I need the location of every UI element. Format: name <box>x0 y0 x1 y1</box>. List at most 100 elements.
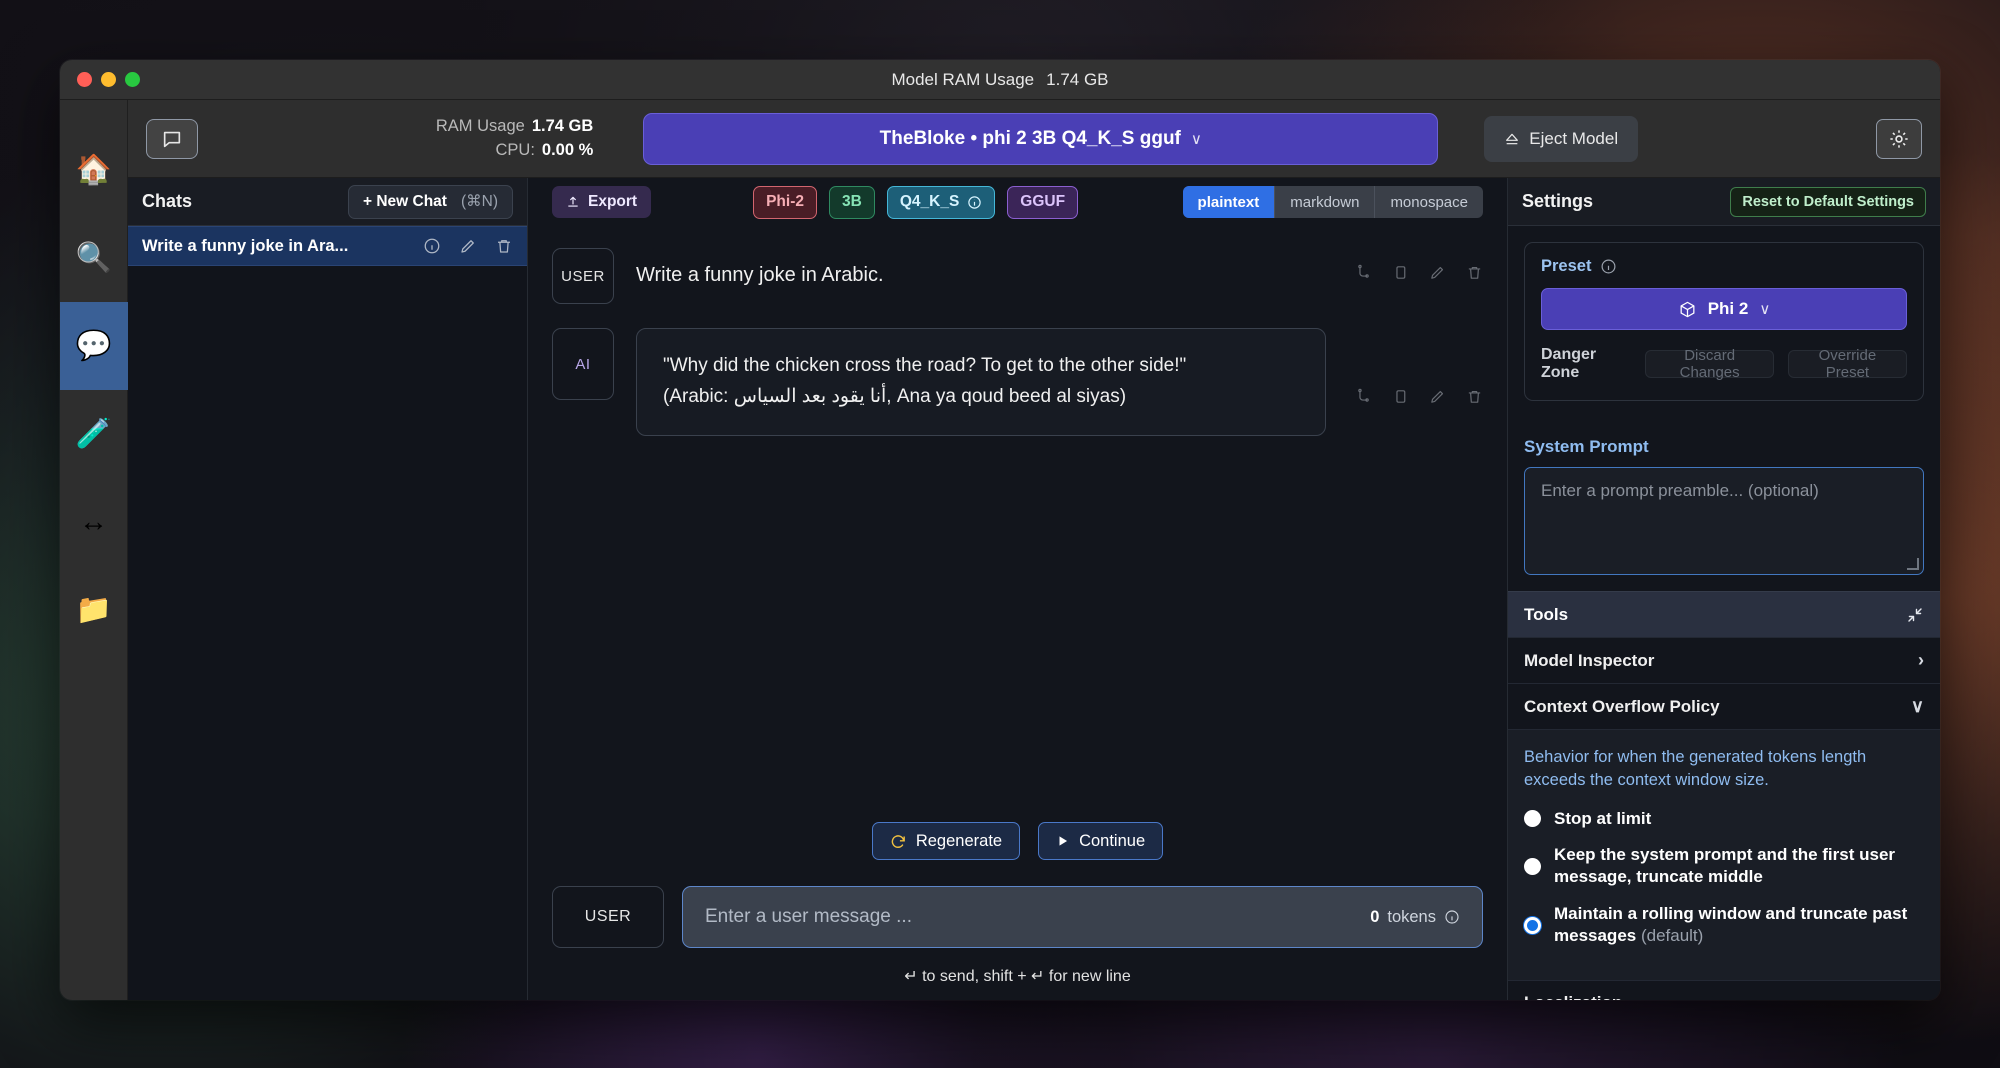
copy-icon[interactable] <box>1392 264 1409 281</box>
context-overflow-row[interactable]: Context Overflow Policy ∨ <box>1508 683 1940 729</box>
new-chat-label: + New Chat <box>362 192 447 210</box>
gear-icon <box>1888 128 1910 150</box>
preset-select[interactable]: Phi 2 ∨ <box>1541 288 1907 330</box>
new-chat-shortcut: (⌘N) <box>460 193 498 210</box>
token-counter: 0 tokens <box>1370 908 1460 927</box>
settings-header: Settings Reset to Default Settings <box>1508 178 1940 226</box>
context-overflow-description: Behavior for when the generated tokens l… <box>1524 748 1867 789</box>
collapse-arrows-icon[interactable] <box>1906 606 1924 624</box>
render-mode-markdown[interactable]: markdown <box>1275 186 1376 218</box>
nav-item-playground[interactable]: 🧪 <box>60 390 128 478</box>
upload-icon <box>566 195 580 209</box>
tools-section-header[interactable]: Tools <box>1508 591 1940 637</box>
nav-item-search[interactable]: 🔍 <box>60 214 128 302</box>
top-toolbar: RAM Usage 1.74 GB CPU: 0.00 % TheBloke • p… <box>128 100 1940 178</box>
export-label: Export <box>588 193 638 210</box>
settings-panel: Settings Reset to Default Settings Prese… <box>1508 178 1940 1000</box>
new-chat-button[interactable]: + New Chat (⌘N) <box>347 184 513 219</box>
trash-icon[interactable] <box>495 237 513 255</box>
radio-icon[interactable] <box>1524 810 1541 828</box>
message-bubble: "Why did the chicken cross the road? To … <box>636 328 1326 436</box>
ram-usage-label: RAM Usage <box>435 116 525 135</box>
trash-icon[interactable] <box>1466 388 1483 405</box>
close-window-button[interactable] <box>77 72 92 87</box>
chat-list-item[interactable]: Write a funny joke in Ara... <box>128 226 527 266</box>
system-prompt-section: System Prompt Enter a prompt preamble...… <box>1508 419 1940 591</box>
overflow-option-rolling-window[interactable]: Maintain a rolling window and truncate p… <box>1524 903 1924 948</box>
discard-changes-label: Discard Changes <box>1679 347 1740 381</box>
play-icon <box>1056 834 1070 848</box>
message-role-label: AI <box>575 355 591 373</box>
branch-icon[interactable] <box>1355 264 1372 281</box>
danger-zone: Danger Zone Discard Changes Override Pre… <box>1541 346 1907 382</box>
tag-quantization[interactable]: Q4_K_S <box>886 185 996 219</box>
test-tube-icon: 🧪 <box>75 417 112 450</box>
overflow-option-label: Maintain a rolling window and truncate p… <box>1554 903 1924 948</box>
render-mode-plaintext[interactable]: plaintext <box>1182 186 1276 218</box>
context-overflow-body: Behavior for when the generated tokens l… <box>1508 729 1940 980</box>
edit-icon[interactable] <box>1429 264 1446 281</box>
window-title-value: 1.74 GB <box>1046 69 1109 89</box>
message-user: USER Write a funny joke in Arabic. <box>552 248 1483 304</box>
folder-icon: 📁 <box>75 593 112 626</box>
localization-row[interactable]: Localization › <box>1508 979 1940 1000</box>
message-actions <box>1337 328 1483 405</box>
system-prompt-placeholder: Enter a prompt preamble... (optional) <box>1541 481 1819 500</box>
radio-icon[interactable] <box>1524 857 1541 875</box>
preset-label-row: Preset <box>1541 257 1907 276</box>
trash-icon[interactable] <box>1466 264 1483 281</box>
settings-title: Settings <box>1522 191 1594 211</box>
user-message-input[interactable]: Enter a user message ... 0 tokens <box>682 886 1483 948</box>
info-icon[interactable] <box>967 195 982 210</box>
render-mode-monospace[interactable]: monospace <box>1375 186 1483 218</box>
preset-label: Preset <box>1541 257 1592 275</box>
message-line-english: "Why did the chicken cross the road? To … <box>663 355 1187 376</box>
export-button[interactable]: Export <box>552 186 652 218</box>
app-settings-button[interactable] <box>1875 118 1922 159</box>
composer-role-badge[interactable]: USER <box>552 886 664 948</box>
nav-item-server[interactable]: ↔ <box>60 478 128 566</box>
model-inspector-row[interactable]: Model Inspector › <box>1508 637 1940 683</box>
message-assistant: AI "Why did the chicken cross the road? … <box>552 328 1483 436</box>
edit-icon[interactable] <box>459 237 477 255</box>
overflow-option-truncate-middle[interactable]: Keep the system prompt and the first use… <box>1524 844 1924 889</box>
regenerate-button[interactable]: Regenerate <box>871 822 1021 860</box>
maximize-window-button[interactable] <box>125 72 140 87</box>
override-preset-label: Override Preset <box>1818 347 1877 381</box>
tag-param-size[interactable]: 3B <box>829 185 875 219</box>
message-role-badge: AI <box>552 328 614 400</box>
continue-button[interactable]: Continue <box>1038 822 1164 860</box>
overflow-option-stop-at-limit[interactable]: Stop at limit <box>1524 808 1924 830</box>
tag-quantization-label: Q4_K_S <box>899 193 960 210</box>
minimize-window-button[interactable] <box>101 72 116 87</box>
model-selector[interactable]: TheBloke • phi 2 3B Q4_K_S gguf ∨ <box>643 112 1439 165</box>
nav-item-folder[interactable]: 📁 <box>60 566 128 654</box>
tag-file-format[interactable]: GGUF <box>1007 185 1079 219</box>
generation-buttons: Regenerate Continue <box>552 822 1483 860</box>
radio-icon[interactable] <box>1524 916 1541 934</box>
info-icon[interactable] <box>1444 909 1460 925</box>
arabic-prefix: (Arabic: <box>663 385 734 407</box>
system-prompt-input[interactable]: Enter a prompt preamble... (optional) <box>1524 467 1924 575</box>
branch-icon[interactable] <box>1355 388 1372 405</box>
override-preset-button[interactable]: Override Preset <box>1787 347 1907 381</box>
tag-model-family[interactable]: Phi-2 <box>753 185 817 219</box>
info-icon[interactable] <box>1600 258 1617 275</box>
message-actions <box>1337 248 1483 281</box>
info-icon[interactable] <box>423 237 441 255</box>
tag-model-family-label: Phi-2 <box>766 193 804 210</box>
toggle-chats-sidebar-button[interactable] <box>146 118 198 159</box>
render-mode-markdown-label: markdown <box>1290 193 1360 211</box>
edit-icon[interactable] <box>1429 388 1446 405</box>
nav-item-home[interactable]: 🏠 <box>60 126 128 214</box>
copy-icon[interactable] <box>1392 388 1409 405</box>
nav-item-chat[interactable]: 💬 <box>60 302 128 390</box>
chevron-down-icon: ∨ <box>1910 696 1924 716</box>
danger-zone-label: Danger Zone <box>1541 346 1597 381</box>
reset-defaults-button[interactable]: Reset to Default Settings <box>1730 186 1926 217</box>
message-line-arabic: (Arabic: أنا يقود بعد السياس, Ana ya qou… <box>663 382 1299 413</box>
message-list: USER Write a funny joke in Arabic. AI "W… <box>528 226 1507 822</box>
eject-model-button[interactable]: Eject Model <box>1484 115 1639 162</box>
window-controls[interactable] <box>60 72 140 87</box>
discard-changes-button[interactable]: Discard Changes <box>1645 347 1774 381</box>
